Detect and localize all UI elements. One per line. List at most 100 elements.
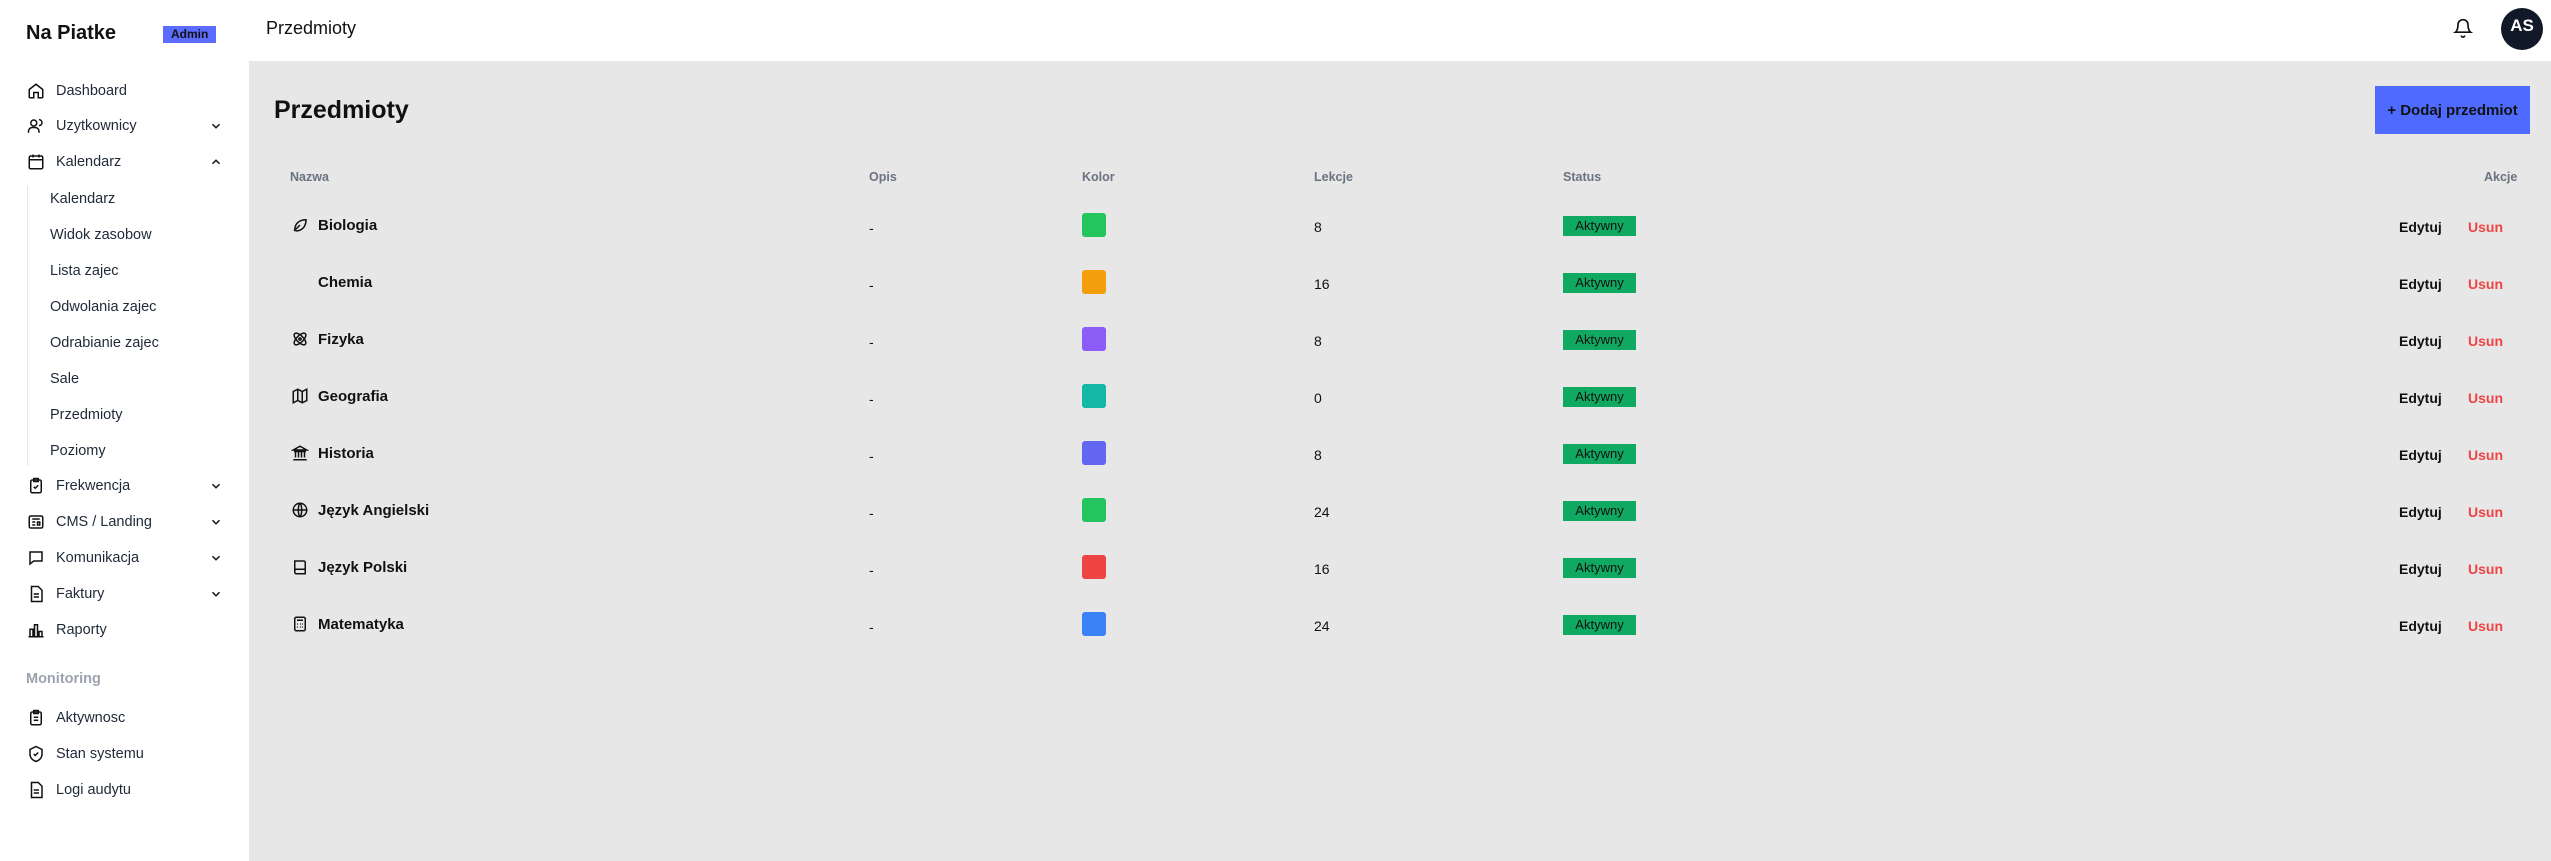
bar-chart-icon: [26, 620, 46, 640]
subject-name: Język Polski: [318, 558, 408, 576]
table-row: Geografia - 0 Aktywny Edytuj Usun: [274, 384, 2524, 443]
sub-class-list[interactable]: Lista zajec: [50, 259, 119, 283]
edit-button[interactable]: Edytuj: [2399, 333, 2442, 349]
chevron-down-icon[interactable]: [206, 116, 226, 136]
table-row: Język Polski - 16 Aktywny Edytuj Usun: [274, 555, 2524, 614]
column-header-name[interactable]: Nazwa: [290, 170, 329, 184]
delete-button[interactable]: Usun: [2468, 504, 2503, 520]
column-header-lessons: Lekcje: [1314, 170, 1353, 184]
sub-rooms[interactable]: Sale: [50, 367, 79, 391]
status-badge: Aktywny: [1563, 387, 1636, 407]
subject-description: -: [869, 505, 874, 521]
users-icon: [26, 116, 46, 136]
chevron-down-icon[interactable]: [206, 512, 226, 532]
nav-audit-logs-label: Logi audytu: [56, 782, 131, 798]
edit-button[interactable]: Edytuj: [2399, 561, 2442, 577]
clipboard-check-icon: [26, 476, 46, 496]
map-icon: [290, 386, 310, 406]
book-icon: [290, 557, 310, 577]
nav-users[interactable]: Uzytkownicy: [26, 112, 226, 140]
color-swatch: [1082, 498, 1106, 522]
color-swatch: [1082, 441, 1106, 465]
chevron-down-icon[interactable]: [206, 584, 226, 604]
status-badge: Aktywny: [1563, 501, 1636, 521]
nav-calendar-label: Kalendarz: [56, 154, 122, 170]
nav-reports-label: Raporty: [56, 622, 107, 638]
color-swatch: [1082, 270, 1106, 294]
lessons-count: 8: [1314, 447, 1322, 463]
delete-button[interactable]: Usun: [2468, 219, 2503, 235]
delete-button[interactable]: Usun: [2468, 618, 2503, 634]
chevron-down-icon[interactable]: [206, 476, 226, 496]
globe-icon: [290, 500, 310, 520]
nav-dashboard-label: Dashboard: [56, 83, 127, 99]
nav-attendance[interactable]: Frekwencja: [26, 472, 226, 500]
calculator-icon: [290, 614, 310, 634]
table-row: Historia - 8 Aktywny Edytuj Usun: [274, 441, 2524, 500]
lessons-count: 8: [1314, 333, 1322, 349]
sub-levels[interactable]: Poziomy: [50, 439, 106, 463]
edit-button[interactable]: Edytuj: [2399, 618, 2442, 634]
delete-button[interactable]: Usun: [2468, 447, 2503, 463]
clipboard-icon: [26, 708, 46, 728]
nav-activity[interactable]: Aktywnosc: [26, 704, 226, 732]
nav-calendar[interactable]: Kalendarz: [26, 148, 226, 176]
color-swatch: [1082, 612, 1106, 636]
subject-name-cell: Biologia: [290, 215, 377, 235]
nav-activity-label: Aktywnosc: [56, 710, 126, 726]
edit-button[interactable]: Edytuj: [2399, 276, 2442, 292]
column-header-status: Status: [1563, 170, 1602, 184]
admin-badge: Admin: [163, 26, 217, 43]
delete-button[interactable]: Usun: [2468, 333, 2503, 349]
nav-dashboard[interactable]: Dashboard: [26, 77, 226, 105]
subject-description: -: [869, 334, 874, 350]
add-subject-button[interactable]: + Dodaj przedmiot: [2375, 86, 2530, 134]
monitoring-label: Monitoring: [26, 671, 101, 687]
edit-button[interactable]: Edytuj: [2399, 219, 2442, 235]
nav-system-status-label: Stan systemu: [56, 746, 144, 762]
nav-users-label: Uzytkownicy: [56, 118, 137, 134]
delete-button[interactable]: Usun: [2468, 390, 2503, 406]
delete-button[interactable]: Usun: [2468, 561, 2503, 577]
table-row: Biologia - 8 Aktywny Edytuj Usun: [274, 213, 2524, 272]
page-title: Przedmioty: [274, 96, 409, 124]
lessons-count: 8: [1314, 219, 1322, 235]
sub-makeup[interactable]: Odrabianie zajec: [50, 331, 159, 355]
status-badge: Aktywny: [1563, 558, 1636, 578]
nav-communication[interactable]: Komunikacja: [26, 544, 226, 572]
bell-icon[interactable]: [2453, 18, 2475, 40]
chevron-down-icon[interactable]: [206, 548, 226, 568]
nav-invoices-label: Faktury: [56, 586, 105, 602]
status-badge: Aktywny: [1563, 330, 1636, 350]
edit-button[interactable]: Edytuj: [2399, 447, 2442, 463]
color-swatch: [1082, 213, 1106, 237]
sub-subjects[interactable]: Przedmioty: [50, 403, 123, 427]
chevron-up-icon[interactable]: [206, 152, 226, 172]
subject-name-cell: Język Polski: [290, 557, 407, 577]
edit-button[interactable]: Edytuj: [2399, 390, 2442, 406]
nav-audit-logs[interactable]: Logi audytu: [26, 776, 226, 804]
nav-reports[interactable]: Raporty: [26, 616, 226, 644]
no-icon: [290, 272, 310, 292]
nav-cms[interactable]: CMS / Landing: [26, 508, 226, 536]
nav-invoices[interactable]: Faktury: [26, 580, 226, 608]
delete-button[interactable]: Usun: [2468, 276, 2503, 292]
edit-button[interactable]: Edytuj: [2399, 504, 2442, 520]
file-text-icon: [26, 584, 46, 604]
subject-name: Historia: [318, 444, 374, 462]
submenu-divider: [27, 186, 28, 466]
subject-name: Chemia: [318, 273, 373, 291]
avatar[interactable]: AS: [2501, 8, 2543, 50]
nav-cms-label: CMS / Landing: [56, 514, 152, 530]
newspaper-icon: [26, 512, 46, 532]
sub-cancellations[interactable]: Odwolania zajec: [50, 295, 156, 319]
nav-system-status[interactable]: Stan systemu: [26, 740, 226, 768]
shield-check-icon: [26, 744, 46, 764]
sub-resources[interactable]: Widok zasobow: [50, 223, 152, 247]
subject-name-cell: Chemia: [290, 272, 372, 292]
sub-calendar[interactable]: Kalendarz: [50, 187, 115, 211]
status-badge: Aktywny: [1563, 216, 1636, 236]
message-icon: [26, 548, 46, 568]
column-header-desc: Opis: [869, 170, 897, 184]
subject-name-cell: Geografia: [290, 386, 388, 406]
